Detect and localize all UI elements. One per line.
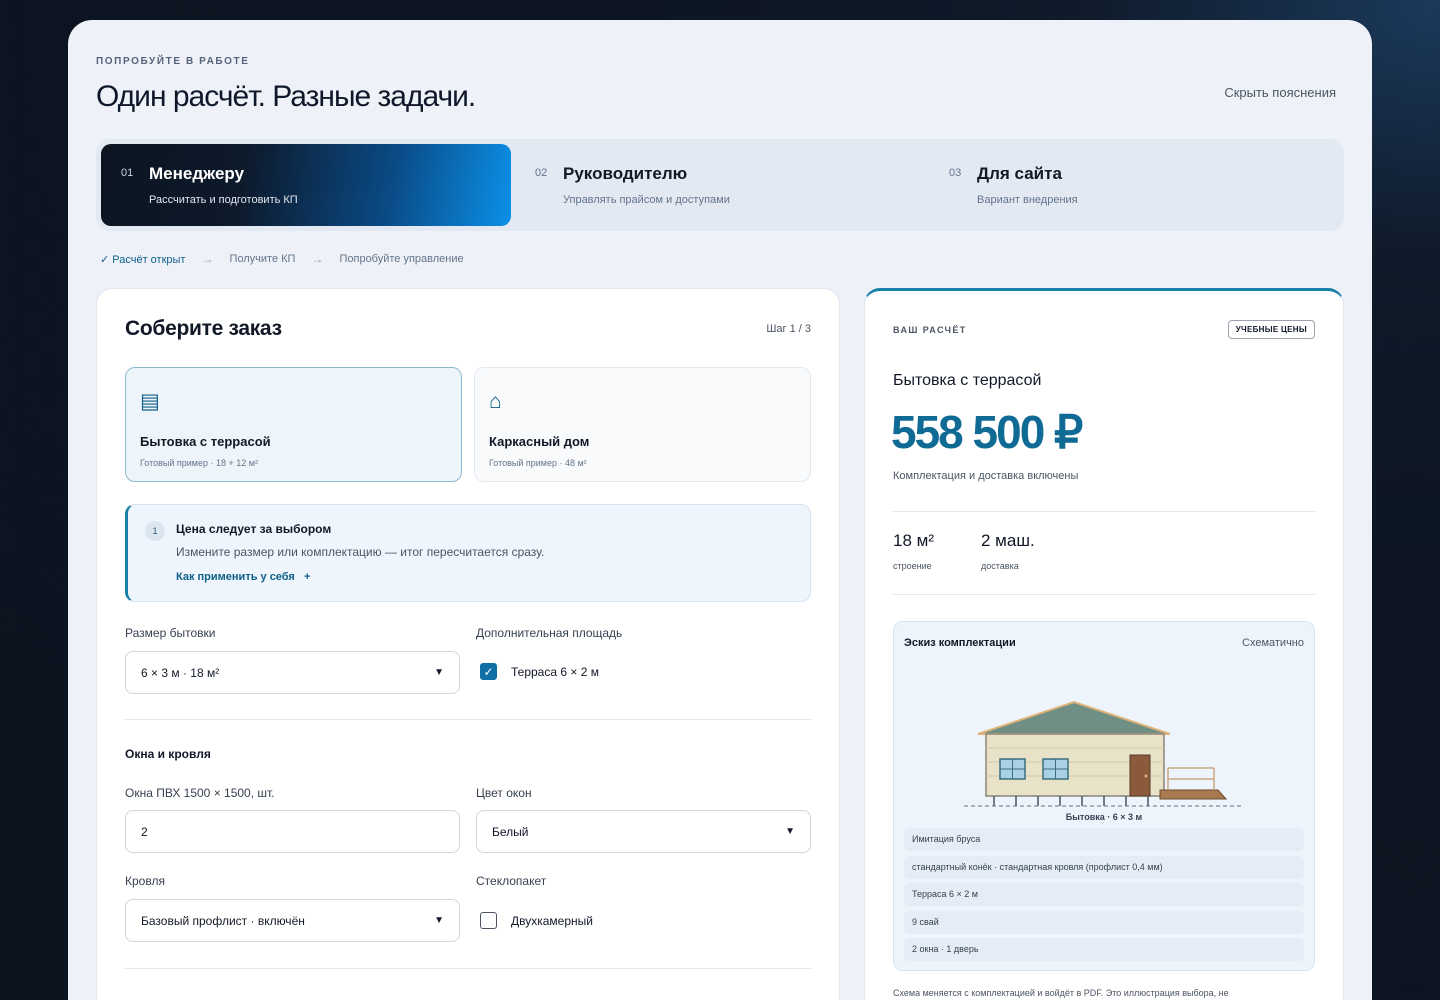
arrow-right-icon: → xyxy=(201,252,214,266)
chevron-down-icon: ▼ xyxy=(434,915,444,926)
cabin-icon: ▤ xyxy=(140,390,160,413)
summary-footnote: Схема меняется с комплектацией и войдёт … xyxy=(893,988,1229,998)
stat-key: доставка xyxy=(981,561,1019,571)
order-card: Соберите заказ Шаг 1 / 3 ▤ Бытовка с тер… xyxy=(96,288,840,1000)
main-panel: ПОПРОБУЙТЕ В РАБОТЕ Один расчёт. Разные … xyxy=(68,20,1372,1000)
progress-step: Попробуйте управление xyxy=(339,253,464,265)
hint-title: Цена следует за выбором xyxy=(176,522,332,536)
hint-number-badge: 1 xyxy=(145,521,165,541)
sketch-caption: Бытовка · 6 × 3 м xyxy=(1065,812,1143,822)
roof-label: Кровля xyxy=(125,874,165,888)
terrace-checkbox[interactable]: ✓ Терраса 6 × 2 м xyxy=(480,663,599,680)
chevron-down-icon: ▼ xyxy=(434,667,444,678)
role-tabs: 01 Менеджеру Рассчитать и подготовить КП… xyxy=(96,139,1344,231)
glass-label: Стеклопакет xyxy=(476,874,547,888)
choice-name: Каркасный дом xyxy=(489,434,590,449)
tab-website[interactable]: 03 Для сайта Вариант внедрения xyxy=(929,144,1339,226)
list-item: 2 окна · 1 дверь xyxy=(904,938,1304,961)
window-color-label: Цвет окон xyxy=(476,786,532,800)
page-title: Один расчёт. Разные задачи. xyxy=(96,80,476,113)
stat-delivery: 2 маш. доставка xyxy=(981,531,1035,571)
windows-count-value: 2 xyxy=(141,824,148,839)
windows-count-label: Окна ПВХ 1500 × 1500, шт. xyxy=(125,786,275,800)
sketch-items-list: Имитация бруса стандартный конёк · станд… xyxy=(904,828,1304,966)
tab-subtitle: Рассчитать и подготовить КП xyxy=(149,194,298,206)
choice-cabin[interactable]: ▤ Бытовка с террасой Готовый пример · 18… xyxy=(125,367,462,482)
training-prices-badge: УЧЕБНЫЕ ЦЕНЫ xyxy=(1227,320,1315,339)
divider xyxy=(125,968,811,969)
sketch-title: Эскиз комплектации xyxy=(904,637,1016,649)
summary-label: ВАШ РАСЧЁТ xyxy=(893,325,967,335)
roof-select-value: Базовый профлист · включён xyxy=(141,913,305,928)
tab-title: Менеджеру xyxy=(149,164,245,183)
summary-card: ВАШ РАСЧЁТ УЧЕБНЫЕ ЦЕНЫ Бытовка с террас… xyxy=(864,288,1344,1000)
price-note: Комплектация и доставка включены xyxy=(893,470,1079,482)
tab-number: 03 xyxy=(949,167,962,179)
tab-title: Руководителю xyxy=(563,164,688,183)
choice-desc: Готовый пример · 18 + 12 м² xyxy=(140,458,258,468)
hint-text: Измените размер или комплектацию — итог … xyxy=(176,545,545,559)
tab-number: 01 xyxy=(121,167,134,179)
eyebrow-text: ПОПРОБУЙТЕ В РАБОТЕ xyxy=(96,56,250,67)
roof-select[interactable]: Базовый профлист · включён ▼ xyxy=(125,899,460,942)
divider xyxy=(125,719,811,720)
arrow-right-icon: → xyxy=(311,252,324,266)
size-select-value: 6 × 3 м · 18 м² xyxy=(141,665,220,680)
window-color-select[interactable]: Белый ▼ xyxy=(476,810,811,853)
hint-box: 1 Цена следует за выбором Измените разме… xyxy=(125,504,811,602)
hide-hints-link[interactable]: Скрыть пояснения xyxy=(1224,85,1336,100)
double-glass-label: Двухкамерный xyxy=(511,913,593,928)
list-item: Имитация бруса xyxy=(904,828,1304,851)
tab-subtitle: Вариант внедрения xyxy=(977,194,1078,206)
summary-product-name: Бытовка с террасой xyxy=(893,372,1042,389)
sketch-tag: Схематично xyxy=(1242,637,1304,649)
list-item: Терраса 6 × 2 м xyxy=(904,883,1304,906)
house-icon: ⌂ xyxy=(489,390,502,413)
tab-subtitle: Управлять прайсом и доступами xyxy=(563,194,730,206)
checkbox-checked-icon: ✓ xyxy=(480,663,497,680)
extra-area-label: Дополнительная площадь xyxy=(476,626,623,640)
total-price: 558 500 ₽ xyxy=(891,406,1083,458)
stat-area: 18 м² строение xyxy=(893,531,934,571)
tab-director[interactable]: 02 Руководителю Управлять прайсом и дост… xyxy=(515,144,925,226)
divider xyxy=(893,594,1315,595)
order-title: Соберите заказ xyxy=(125,317,282,340)
tab-title: Для сайта xyxy=(977,164,1062,183)
list-item: стандартный конёк · стандартная кровля (… xyxy=(904,855,1304,879)
stat-value: 2 маш. xyxy=(981,531,1035,550)
choice-desc: Готовый пример · 48 м² xyxy=(489,458,587,468)
hint-expand-link[interactable]: Как применить у себя + xyxy=(176,571,310,583)
windows-roof-heading: Окна и кровля xyxy=(125,747,211,761)
progress-step-done: ✓ Расчёт открыт xyxy=(100,253,186,266)
list-item: 9 свай xyxy=(904,910,1304,934)
tab-manager[interactable]: 01 Менеджеру Рассчитать и подготовить КП xyxy=(101,144,511,226)
divider xyxy=(893,511,1315,512)
terrace-checkbox-label: Терраса 6 × 2 м xyxy=(511,664,599,679)
choice-frame-house[interactable]: ⌂ Каркасный дом Готовый пример · 48 м² xyxy=(474,367,811,482)
checkbox-empty-icon xyxy=(480,912,497,929)
cabin-illustration xyxy=(964,700,1244,807)
stat-value: 18 м² xyxy=(893,531,934,550)
window-color-value: Белый xyxy=(492,824,529,839)
tab-number: 02 xyxy=(535,167,548,179)
choice-name: Бытовка с террасой xyxy=(140,434,271,449)
size-label: Размер бытовки xyxy=(125,626,216,640)
progress-steps: ✓ Расчёт открыт → Получите КП → Попробуй… xyxy=(100,252,464,266)
stat-key: строение xyxy=(893,561,932,571)
double-glass-checkbox[interactable]: Двухкамерный xyxy=(480,912,593,929)
configuration-sketch: Эскиз комплектации Схематично Бытовка · … xyxy=(893,621,1315,971)
size-select[interactable]: 6 × 3 м · 18 м² ▼ xyxy=(125,651,460,694)
progress-step: Получите КП xyxy=(229,253,296,265)
chevron-down-icon: ▼ xyxy=(785,826,795,837)
step-indicator: Шаг 1 / 3 xyxy=(766,323,811,335)
windows-count-input[interactable]: 2 xyxy=(125,810,460,853)
